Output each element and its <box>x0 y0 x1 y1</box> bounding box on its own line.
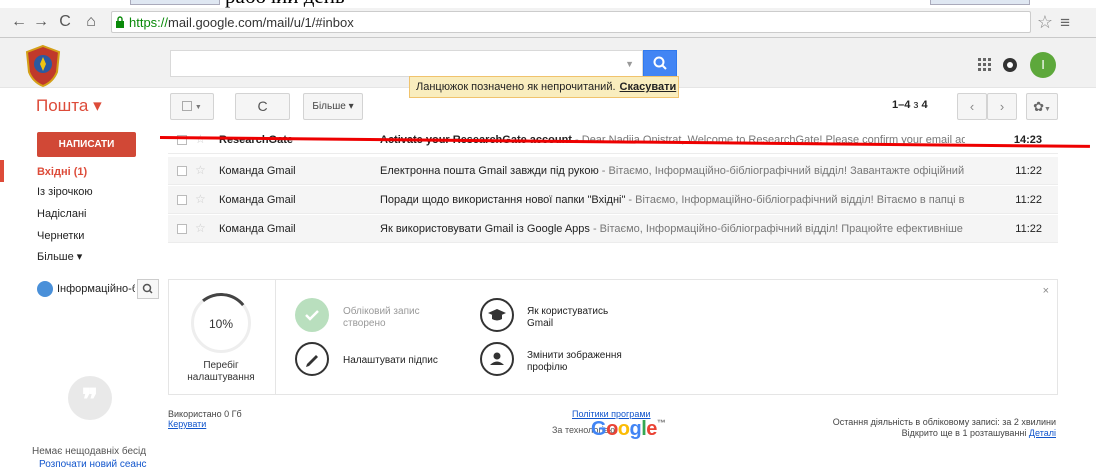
message-row[interactable]: ☆ Команда Gmail Електронна пошта Gmail з… <box>168 157 1058 185</box>
inbox-selected-marker <box>0 160 4 182</box>
message-sender: Команда Gmail <box>219 165 296 177</box>
row-checkbox[interactable] <box>177 224 187 234</box>
hangouts-quote-icon: ❞ <box>68 376 112 420</box>
star-icon[interactable]: ☆ <box>195 221 206 235</box>
message-row[interactable]: ☆ Команда Gmail Як використовувати Gmail… <box>168 215 1058 243</box>
search-icon <box>142 283 153 294</box>
chevron-left-icon: ‹ <box>969 99 975 114</box>
chevron-right-icon: › <box>999 99 1005 114</box>
message-subject: Поради щодо використання нової папки "Вх… <box>380 194 965 206</box>
row-checkbox[interactable] <box>177 195 187 205</box>
notifications-icon[interactable] <box>1003 58 1017 72</box>
panel-divider <box>275 280 276 394</box>
message-time: 11:22 <box>1015 223 1042 235</box>
url-input[interactable]: https:// mail.google.com/mail/u/1/#inbox… <box>111 11 1070 33</box>
sidebar-item-starred[interactable]: Із зірочкою <box>37 186 93 198</box>
details-link[interactable]: Деталі <box>1029 428 1056 438</box>
more-button[interactable]: Більше ▾ <box>303 93 363 120</box>
message-subject: Як використовувати Gmail із Google Apps … <box>380 223 965 235</box>
sidebar-item-more[interactable]: Більше ▾ <box>37 250 82 263</box>
undo-notice: Ланцюжок позначено як непрочитаний. Скасу… <box>409 76 679 98</box>
progress-ring: 10% <box>188 290 254 356</box>
star-icon[interactable]: ☆ <box>195 163 206 177</box>
url-scheme: https:// <box>129 15 169 30</box>
open-locations: Відкрито ще в 1 розташуванні Деталі <box>901 428 1056 438</box>
message-sender: Команда Gmail <box>219 194 296 206</box>
google-logo: Google™ <box>591 418 666 440</box>
hangouts-search-button[interactable] <box>137 279 159 299</box>
mail-switcher[interactable]: Пошта ▾ <box>36 96 102 116</box>
no-chats-text: Немає нещодавніх бесід <box>32 446 147 457</box>
check-icon <box>295 298 329 332</box>
start-new-chat-link[interactable]: Розпочати новий сеанс <box>39 459 147 470</box>
browser-address-bar: ← → C ⌂ https:// mail.google.com/mail/u/… <box>0 8 1096 38</box>
message-row[interactable]: ☆ Команда Gmail Поради щодо використання… <box>168 186 1058 214</box>
refresh-icon: C <box>257 98 268 114</box>
home-icon[interactable]: ⌂ <box>82 12 100 32</box>
close-icon[interactable]: × <box>1043 285 1049 297</box>
row-checkbox[interactable] <box>177 166 187 176</box>
pencil-icon[interactable] <box>295 342 329 376</box>
gear-icon: ✿ <box>1033 99 1044 114</box>
progress-percent: 10% <box>208 317 234 331</box>
lock-icon <box>116 16 124 28</box>
browser-tab-strip: рабочий день <box>0 0 1096 8</box>
task-set-signature[interactable]: Налаштувати підпис <box>343 355 453 367</box>
search-icon <box>653 56 667 70</box>
storage-used: Використано 0 Гб <box>168 409 242 419</box>
bookmark-star-icon[interactable]: ☆ <box>1037 12 1053 33</box>
setup-progress-panel: 10% Перебіг налаштування Обліковий запис… <box>168 279 1058 395</box>
settings-button[interactable]: ✿▼ <box>1026 93 1058 120</box>
back-icon[interactable]: ← <box>10 12 28 32</box>
pagination-text: 1–4 з 4 <box>892 99 928 111</box>
cutoff-overlay-text: рабочий день <box>225 0 645 8</box>
manage-storage-link[interactable]: Керувати <box>168 419 206 429</box>
message-sender: Команда Gmail <box>219 223 296 235</box>
browser-tab[interactable] <box>130 0 220 5</box>
sidebar-item-inbox[interactable]: Вхідні (1) <box>37 166 87 178</box>
graduation-cap-icon[interactable] <box>480 298 514 332</box>
message-subject: Електронна пошта Gmail завжди під рукою … <box>380 165 965 177</box>
star-icon[interactable]: ☆ <box>195 192 206 206</box>
chevron-down-icon: ▼ <box>1043 106 1051 113</box>
org-logo <box>25 44 61 88</box>
hangouts-user[interactable]: Інформаційно-б <box>37 279 161 301</box>
hangouts-user-name: Інформаційно-б <box>57 283 135 295</box>
search-options-icon[interactable]: ▼ <box>625 59 634 69</box>
sidebar-item-sent[interactable]: Надіслані <box>37 208 86 220</box>
url-path: mail.google.com/mail/u/1/#inbox <box>168 15 354 30</box>
compose-button[interactable]: НАПИСАТИ <box>37 132 136 157</box>
undo-link[interactable]: Скасувати <box>620 81 677 93</box>
forward-icon[interactable]: → <box>32 12 50 32</box>
chevron-down-icon: ▼ <box>194 104 202 111</box>
search-button[interactable] <box>643 50 677 77</box>
account-avatar[interactable]: І <box>1030 52 1056 78</box>
profile-picture-icon[interactable] <box>480 342 514 376</box>
last-activity-info: Остання діяльність в обліковому записі: … <box>760 417 1056 439</box>
sidebar-item-drafts[interactable]: Чернетки <box>37 230 84 242</box>
progress-caption: Перебіг налаштування <box>187 360 255 383</box>
newer-button[interactable]: ‹ <box>957 93 987 120</box>
last-activity-text: Остання діяльність в обліковому записі: … <box>832 417 1056 427</box>
message-time: 11:22 <box>1015 194 1042 206</box>
message-time: 11:22 <box>1015 165 1042 177</box>
task-how-to-use[interactable]: Як користуватись Gmail <box>527 306 627 330</box>
user-avatar-icon <box>37 281 53 297</box>
select-all-button[interactable]: ▼ <box>170 93 214 120</box>
notice-text: Ланцюжок позначено як непрочитаний. <box>416 81 616 93</box>
browser-tab[interactable] <box>930 0 1030 5</box>
browser-menu-icon[interactable]: ≡ <box>1060 13 1070 33</box>
search-input[interactable]: ▼ <box>170 50 643 77</box>
checkbox-icon <box>182 101 193 112</box>
task-change-picture[interactable]: Змінити зображення профілю <box>527 350 637 374</box>
older-button[interactable]: › <box>987 93 1017 120</box>
task-account-created: Обліковий запис створено <box>343 306 420 329</box>
refresh-button[interactable]: C <box>235 93 290 120</box>
apps-grid-icon[interactable] <box>978 58 992 72</box>
reload-icon[interactable]: C <box>56 12 74 32</box>
